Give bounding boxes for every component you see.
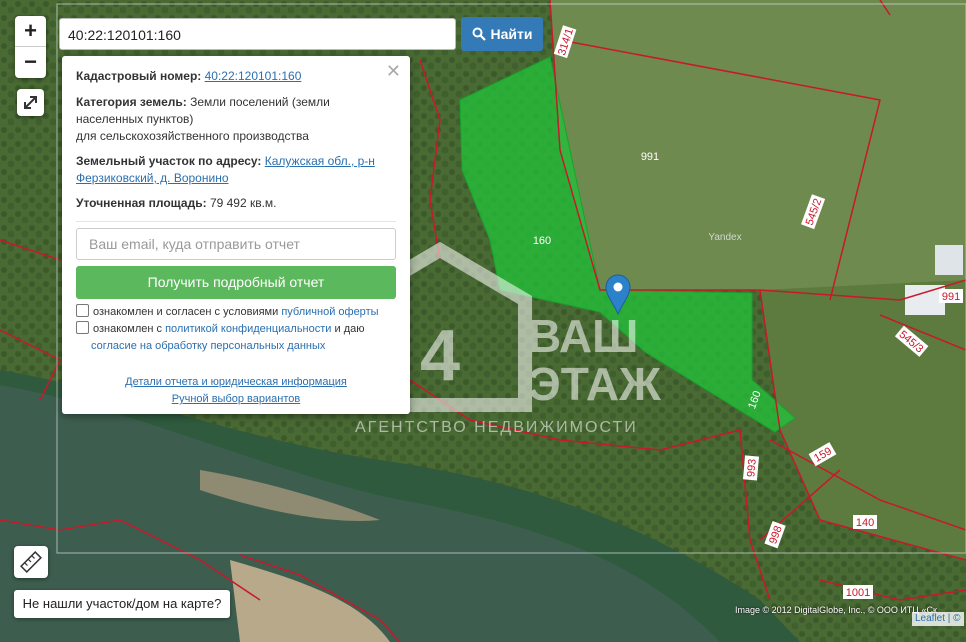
get-report-button[interactable]: Получить подробный отчет [76,266,396,299]
personal-data-consent-link[interactable]: согласие на обработку персональных данны… [91,340,325,352]
consent-privacy: ознакомлен с политикой конфиденциальност… [76,321,396,355]
email-field[interactable]: Ваш email, куда отправить отчет [76,228,396,260]
public-offer-link[interactable]: публичной оферты [281,306,378,318]
zoom-out-button[interactable]: − [15,47,46,77]
address-link[interactable]: Калужская обл., р-н [265,154,375,168]
not-found-button[interactable]: Не нашли участок/дом на карте? [14,590,230,618]
cadastral-number-link[interactable]: 40:22:120101:160 [205,69,302,83]
zoom-in-button[interactable]: + [15,16,46,47]
zoom-control: + − [15,16,46,78]
area-row: Уточненная площадь: 79 492 кв.м. [76,195,396,212]
consent-offer-checkbox[interactable] [76,304,89,317]
fullscreen-button[interactable] [17,89,44,116]
popup-links: Детали отчета и юридическая информация Р… [62,374,410,408]
report-details-link[interactable]: Детали отчета и юридическая информация [125,376,347,388]
watermark-line2: ЭТАЖ [528,358,661,410]
category-label: Категория земель: [76,95,187,109]
divider [76,221,396,222]
parcel-label: 991 [641,151,659,163]
search-icon [472,27,486,41]
privacy-policy-link[interactable]: политикой конфиденциальности [165,323,331,335]
parcel-label: 1001 [846,587,870,599]
consent-privacy-text2: и даю [334,323,365,335]
building [935,245,963,275]
address-row: Земельный участок по адресу: Калужская о… [76,153,396,187]
category-value: Земли поселений (земли [190,95,330,109]
fullscreen-icon [24,96,37,109]
watermark-tagline: АГЕНТСТВО НЕДВИЖИМОСТИ [355,419,638,436]
parcel-info-popup: ✕ Кадастровый номер: 40:22:120101:160 Ка… [62,56,410,414]
cadastral-row: Кадастровый номер: 40:22:120101:160 [76,68,396,85]
field-area [550,0,966,300]
parcel-label: 160 [533,235,551,247]
ruler-icon [20,551,42,573]
svg-text:4: 4 [420,316,460,396]
ruler-button[interactable] [14,546,48,578]
consent-privacy-text: ознакомлен с [93,323,163,335]
parcel-label: 991 [942,291,960,303]
parcel-label: 993 [745,458,759,477]
consent-privacy-checkbox[interactable] [76,321,89,334]
category-row: Категория земель: Земли поселений (земли… [76,94,396,145]
leaflet-attribution-link[interactable]: Leaflet | © [912,612,964,626]
parcel-label: 140 [856,517,874,529]
cadastral-label: Кадастровый номер: [76,69,202,83]
manual-selection-link[interactable]: Ручной выбор вариантов [172,393,300,405]
search-button-label: Найти [490,26,533,42]
consent-offer-text: ознакомлен и согласен с условиями [93,306,279,318]
area-label: Уточненная площадь: [76,196,207,210]
address-link[interactable]: Ферзиковский, д. Воронино [76,171,229,185]
search-input[interactable]: 40:22:120101:160 [59,18,456,50]
yandex-watermark: Yandex [708,232,741,243]
category-value: для сельскохозяйственного производства [76,129,309,143]
consent-offer: ознакомлен и согласен с условиями публич… [76,304,396,321]
area-value: 79 492 кв.м. [209,196,277,210]
address-label: Земельный участок по адресу: [76,154,262,168]
category-value: населенных пунктов) [76,112,194,126]
search-button[interactable]: Найти [461,17,543,51]
watermark-line1: ВАШ [528,310,638,362]
